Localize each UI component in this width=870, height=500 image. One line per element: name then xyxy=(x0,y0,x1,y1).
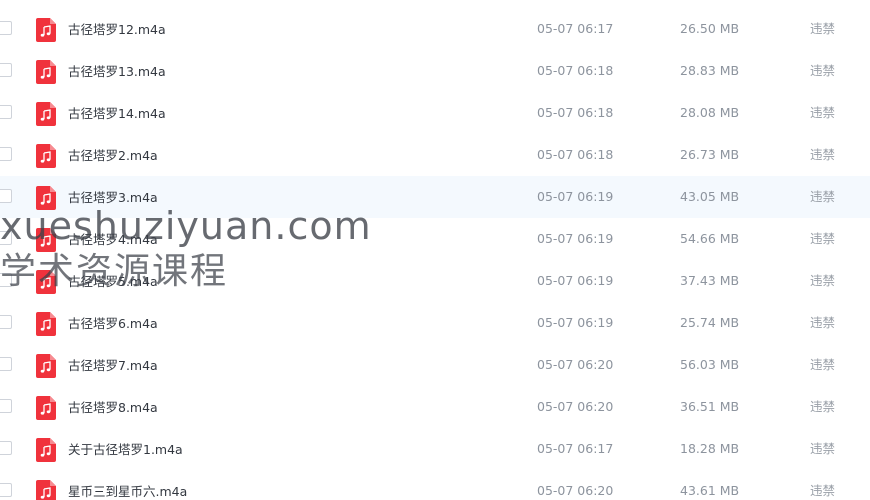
file-status-badge: 违禁 xyxy=(810,63,836,78)
file-status-badge: 违禁 xyxy=(810,315,836,330)
file-row[interactable]: 古径塔罗2.m4a 05-07 06:18 26.73 MB 违禁 xyxy=(0,134,870,176)
file-modified-time: 05-07 06:18 xyxy=(537,105,614,120)
file-modified-time: 05-07 06:19 xyxy=(537,315,614,330)
file-list: 星币三到星币六.m4a 05-07 06:20 43.61 MB 违禁 关于古径… xyxy=(0,0,870,500)
row-checkbox[interactable] xyxy=(0,483,12,497)
row-checkbox[interactable] xyxy=(0,105,12,119)
file-size: 28.08 MB xyxy=(680,105,740,120)
file-row[interactable]: 古径塔罗3.m4a 05-07 06:19 43.05 MB 违禁 xyxy=(0,176,870,218)
file-status-badge: 违禁 xyxy=(810,273,836,288)
row-checkbox[interactable] xyxy=(0,399,12,413)
file-status-badge: 违禁 xyxy=(810,441,836,456)
file-status-badge: 违禁 xyxy=(810,483,836,498)
music-file-icon xyxy=(36,18,56,42)
file-status-badge: 违禁 xyxy=(810,105,836,120)
file-modified-time: 05-07 06:19 xyxy=(537,231,614,246)
music-file-icon xyxy=(36,312,56,336)
file-modified-time: 05-07 06:17 xyxy=(537,21,614,36)
file-size: 26.50 MB xyxy=(680,21,740,36)
file-row[interactable]: 星币三到星币六.m4a 05-07 06:20 43.61 MB 违禁 xyxy=(0,470,870,500)
music-file-icon xyxy=(36,396,56,420)
music-file-icon xyxy=(36,354,56,378)
row-checkbox[interactable] xyxy=(0,357,12,371)
music-file-icon xyxy=(36,60,56,84)
file-size: 43.05 MB xyxy=(680,189,740,204)
file-modified-time: 05-07 06:20 xyxy=(537,483,614,498)
file-row[interactable]: 古径塔罗6.m4a 05-07 06:19 25.74 MB 违禁 xyxy=(0,302,870,344)
file-size: 25.74 MB xyxy=(680,315,740,330)
file-status-badge: 违禁 xyxy=(810,357,836,372)
file-name[interactable]: 古径塔罗12.m4a xyxy=(68,18,166,42)
file-size: 36.51 MB xyxy=(680,399,740,414)
file-name[interactable]: 古径塔罗5.m4a xyxy=(68,270,158,294)
file-status-badge: 违禁 xyxy=(810,147,836,162)
file-name[interactable]: 古径塔罗13.m4a xyxy=(68,60,166,84)
file-name[interactable]: 星币三到星币六.m4a xyxy=(68,480,187,500)
music-file-icon xyxy=(36,102,56,126)
file-size: 43.61 MB xyxy=(680,483,740,498)
file-row[interactable]: 古径塔罗4.m4a 05-07 06:19 54.66 MB 违禁 xyxy=(0,218,870,260)
file-row[interactable]: 古径塔罗14.m4a 05-07 06:18 28.08 MB 违禁 xyxy=(0,92,870,134)
music-file-icon xyxy=(36,438,56,462)
file-name[interactable]: 古径塔罗7.m4a xyxy=(68,354,158,378)
file-modified-time: 05-07 06:19 xyxy=(537,189,614,204)
file-size: 26.73 MB xyxy=(680,147,740,162)
file-row[interactable]: 古径塔罗7.m4a 05-07 06:20 56.03 MB 违禁 xyxy=(0,344,870,386)
row-checkbox[interactable] xyxy=(0,189,12,203)
file-row[interactable]: 古径塔罗8.m4a 05-07 06:20 36.51 MB 违禁 xyxy=(0,386,870,428)
file-size: 37.43 MB xyxy=(680,273,740,288)
file-row[interactable]: 古径塔罗12.m4a 05-07 06:17 26.50 MB 违禁 xyxy=(0,8,870,50)
file-row[interactable]: 关于古径塔罗1.m4a 05-07 06:17 18.28 MB 违禁 xyxy=(0,428,870,470)
file-name[interactable]: 古径塔罗3.m4a xyxy=(68,186,158,210)
file-size: 18.28 MB xyxy=(680,441,740,456)
file-name[interactable]: 古径塔罗2.m4a xyxy=(68,144,158,168)
music-file-icon xyxy=(36,228,56,252)
file-name[interactable]: 古径塔罗6.m4a xyxy=(68,312,158,336)
file-modified-time: 05-07 06:20 xyxy=(537,357,614,372)
music-file-icon xyxy=(36,144,56,168)
file-size: 54.66 MB xyxy=(680,231,740,246)
row-checkbox[interactable] xyxy=(0,231,12,245)
music-file-icon xyxy=(36,186,56,210)
row-checkbox[interactable] xyxy=(0,273,12,287)
file-status-badge: 违禁 xyxy=(810,231,836,246)
file-status-badge: 违禁 xyxy=(810,189,836,204)
file-size: 28.83 MB xyxy=(680,63,740,78)
file-name[interactable]: 古径塔罗8.m4a xyxy=(68,396,158,420)
file-name[interactable]: 古径塔罗14.m4a xyxy=(68,102,166,126)
file-row[interactable]: 古径塔罗5.m4a 05-07 06:19 37.43 MB 违禁 xyxy=(0,260,870,302)
row-checkbox[interactable] xyxy=(0,63,12,77)
music-file-icon xyxy=(36,270,56,294)
file-modified-time: 05-07 06:18 xyxy=(537,147,614,162)
file-modified-time: 05-07 06:19 xyxy=(537,273,614,288)
music-file-icon xyxy=(36,480,56,500)
file-modified-time: 05-07 06:18 xyxy=(537,63,614,78)
file-modified-time: 05-07 06:20 xyxy=(537,399,614,414)
file-name[interactable]: 古径塔罗4.m4a xyxy=(68,228,158,252)
row-checkbox[interactable] xyxy=(0,441,12,455)
file-modified-time: 05-07 06:17 xyxy=(537,441,614,456)
row-checkbox[interactable] xyxy=(0,21,12,35)
file-size: 56.03 MB xyxy=(680,357,740,372)
file-row[interactable]: 古径塔罗13.m4a 05-07 06:18 28.83 MB 违禁 xyxy=(0,50,870,92)
file-name[interactable]: 关于古径塔罗1.m4a xyxy=(68,438,183,462)
row-checkbox[interactable] xyxy=(0,315,12,329)
row-checkbox[interactable] xyxy=(0,147,12,161)
file-status-badge: 违禁 xyxy=(810,399,836,414)
file-status-badge: 违禁 xyxy=(810,21,836,36)
